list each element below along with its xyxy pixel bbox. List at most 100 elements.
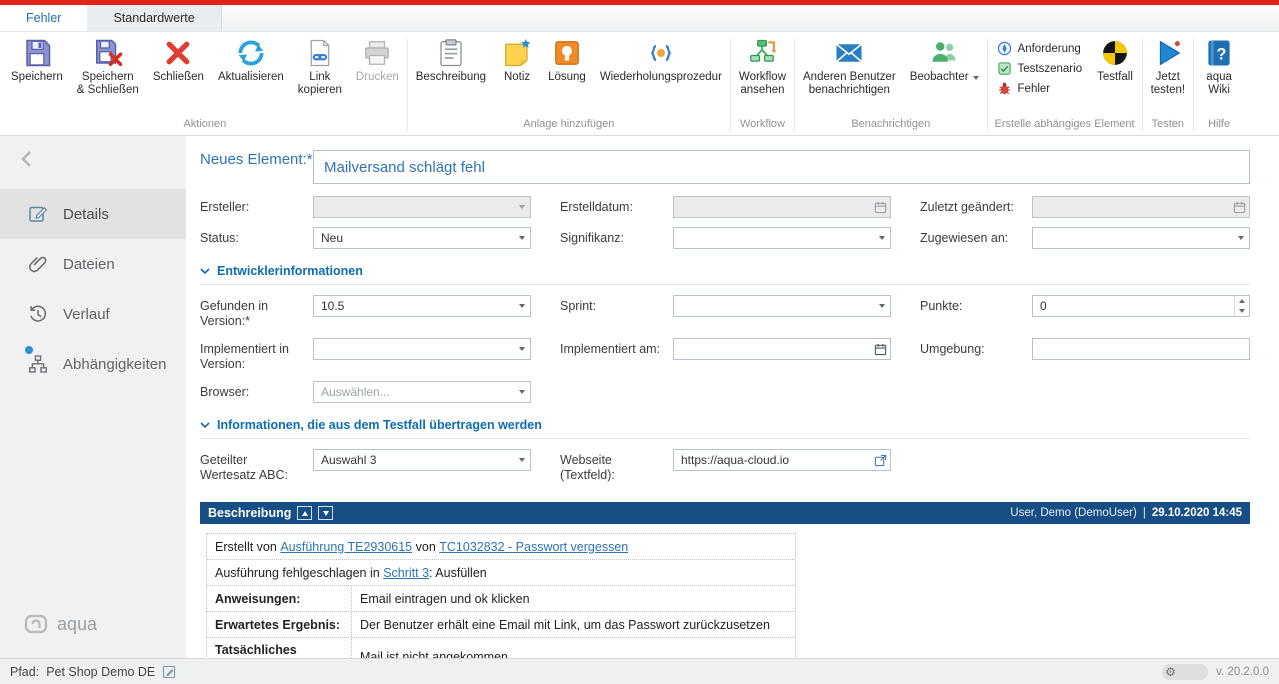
edit-path-icon[interactable] [162, 665, 176, 679]
save-and-close-button[interactable]: Speichern & Schließen [70, 33, 146, 99]
external-link-icon[interactable] [870, 450, 890, 470]
description-label: Beschreibung [416, 71, 486, 84]
sprint-combobox[interactable] [673, 295, 891, 317]
erstelldatum-label: Erstelldatum: [560, 196, 673, 215]
repro-procedure-button[interactable]: Wiederholungsprozedur [593, 33, 729, 86]
print-button[interactable]: Drucken [349, 33, 406, 86]
item-title-input[interactable] [313, 150, 1250, 184]
implementiert-in-version-label: Implementiert in Version: [200, 338, 313, 372]
copy-link-icon [305, 38, 335, 68]
webseite-input[interactable] [681, 453, 870, 467]
watchers-button[interactable]: Beobachter [903, 33, 986, 86]
spinner-up-icon[interactable] [1235, 296, 1249, 306]
description-button[interactable]: Beschreibung [409, 33, 493, 86]
table-row: Anweisungen: Email eintragen und ok klic… [207, 586, 795, 612]
ersteller-combobox[interactable] [313, 196, 531, 218]
notify-user-button[interactable]: Anderen Benutzer benachrichtigen [796, 33, 903, 99]
test-scenario-icon [997, 61, 1012, 76]
description-panel-body: Erstellt von Ausführung TE2930615 von TC… [200, 524, 1250, 658]
create-defect-button[interactable]: Fehler [997, 81, 1083, 96]
create-test-scenario-button[interactable]: Testszenario [997, 61, 1083, 76]
history-icon [28, 304, 48, 324]
new-item-label: Neues Element:* [200, 150, 313, 170]
section-chevron-icon [200, 268, 210, 275]
watchers-label: Beobachter [910, 71, 969, 84]
zugewiesen-an-combobox[interactable] [1032, 227, 1250, 249]
implementiert-in-version-combobox[interactable] [313, 338, 531, 360]
save-close-icon [93, 38, 123, 68]
tab-fehler[interactable]: Fehler [0, 5, 87, 31]
group-label-aktionen: Aktionen [4, 116, 406, 135]
close-button[interactable]: Schließen [146, 33, 211, 86]
gefunden-in-version-combobox[interactable]: 10.5 [313, 295, 531, 317]
zuletzt-geaendert-datepicker[interactable] [1032, 196, 1250, 218]
chevron-down-icon [973, 76, 979, 80]
test-case-link[interactable]: TC1032832 - Passwort vergessen [439, 540, 628, 554]
note-button[interactable]: Notiz [493, 33, 541, 86]
ribbon-separator [1193, 39, 1194, 131]
calendar-icon [1229, 197, 1249, 217]
row-value: Email eintragen und ok klicken [352, 586, 795, 611]
signifikanz-combobox[interactable] [673, 227, 891, 249]
browser-combobox[interactable]: Auswählen... [313, 381, 531, 403]
description-meta: User, Demo (DemoUser) | 29.10.2020 14:45 [1010, 507, 1242, 519]
refresh-button[interactable]: Aktualisieren [211, 33, 291, 86]
chevron-down-icon [519, 458, 525, 462]
step-link[interactable]: Schritt 3 [383, 566, 429, 580]
create-test-case-button[interactable]: Testfall [1090, 33, 1140, 86]
save-button[interactable]: Speichern [4, 33, 70, 86]
item-detail-panel: Neues Element:* Ersteller: Erstelldatum: [186, 136, 1279, 658]
webseite-label: Webseite (Textfeld): [560, 449, 673, 483]
create-requirement-button[interactable]: Anforderung [997, 41, 1083, 56]
ribbon-group-abhaengiges-element: Anforderung Testszenario Fehler [989, 33, 1141, 135]
chevron-down-icon [1238, 236, 1244, 240]
execution-link[interactable]: Ausführung TE2930615 [280, 540, 412, 554]
collapse-down-icon[interactable] [318, 506, 333, 520]
collapse-up-icon[interactable] [297, 506, 312, 520]
section-testfall-informationen[interactable]: Informationen, die aus dem Testfall über… [200, 418, 1250, 439]
spinner-down-icon[interactable] [1235, 306, 1249, 316]
geteilter-wertesatz-combobox[interactable]: Auswahl 3 [313, 449, 531, 471]
wiki-button[interactable]: ? aqua Wiki [1195, 33, 1243, 99]
description-table: Erstellt von Ausführung TE2930615 von TC… [206, 533, 796, 658]
refresh-icon [236, 38, 266, 68]
run-test-button[interactable]: Jetzt testen! [1144, 33, 1193, 99]
sidebar: Details Dateien Verlauf Abhängigkeiten [0, 136, 186, 658]
notification-dot [25, 346, 33, 354]
solution-label: Lösung [548, 71, 586, 84]
description-author: User, Demo (DemoUser) [1010, 507, 1137, 519]
chevron-down-icon [879, 236, 885, 240]
solution-button[interactable]: Lösung [541, 33, 593, 86]
sidebar-item-dateien[interactable]: Dateien [0, 239, 186, 289]
copy-link-button[interactable]: Link kopieren [291, 33, 349, 99]
sidebar-item-details[interactable]: Details [0, 189, 186, 239]
implementiert-am-datepicker[interactable] [673, 338, 891, 360]
repro-procedure-label: Wiederholungsprozedur [600, 71, 722, 84]
row-value: Der Benutzer erhält eine Email mit Link,… [352, 612, 795, 637]
sprint-label: Sprint: [560, 295, 673, 314]
save-icon [22, 38, 52, 68]
gefunden-in-version-label: Gefunden in Version:* [200, 295, 313, 329]
chevron-down-icon [519, 304, 525, 308]
sidebar-item-abhaengigkeiten[interactable]: Abhängigkeiten [0, 339, 186, 389]
erstelldatum-datepicker[interactable] [673, 196, 891, 218]
wiki-label: aqua Wiki [1206, 71, 1232, 97]
app-version: v. 20.2.0.0 [1216, 666, 1269, 678]
umgebung-input[interactable] [1032, 338, 1250, 360]
sidebar-item-verlauf[interactable]: Verlauf [0, 289, 186, 339]
back-chevron-icon[interactable] [20, 150, 34, 173]
view-workflow-button[interactable]: Workflow ansehen [732, 33, 793, 99]
ribbon-tab-bar: Fehler Standardwerte [0, 5, 1279, 32]
ribbon-group-anlage: Beschreibung Notiz Lösung [409, 33, 729, 135]
svg-text:?: ? [1217, 45, 1227, 63]
chevron-down-icon [519, 390, 525, 394]
status-combobox[interactable]: Neu [313, 227, 531, 249]
punkte-stepper[interactable]: 0 [1032, 295, 1250, 317]
tab-standardwerte[interactable]: Standardwerte [87, 5, 221, 31]
workflow-icon [747, 38, 777, 68]
implementiert-am-label: Implementiert am: [560, 338, 673, 357]
aqua-logo-icon [24, 612, 48, 636]
sidebar-item-abhaengigkeiten-label: Abhängigkeiten [63, 356, 166, 373]
section-entwicklerinformationen[interactable]: Entwicklerinformationen [200, 264, 1250, 285]
settings-gear-toggle[interactable]: ⚙ [1162, 664, 1208, 680]
